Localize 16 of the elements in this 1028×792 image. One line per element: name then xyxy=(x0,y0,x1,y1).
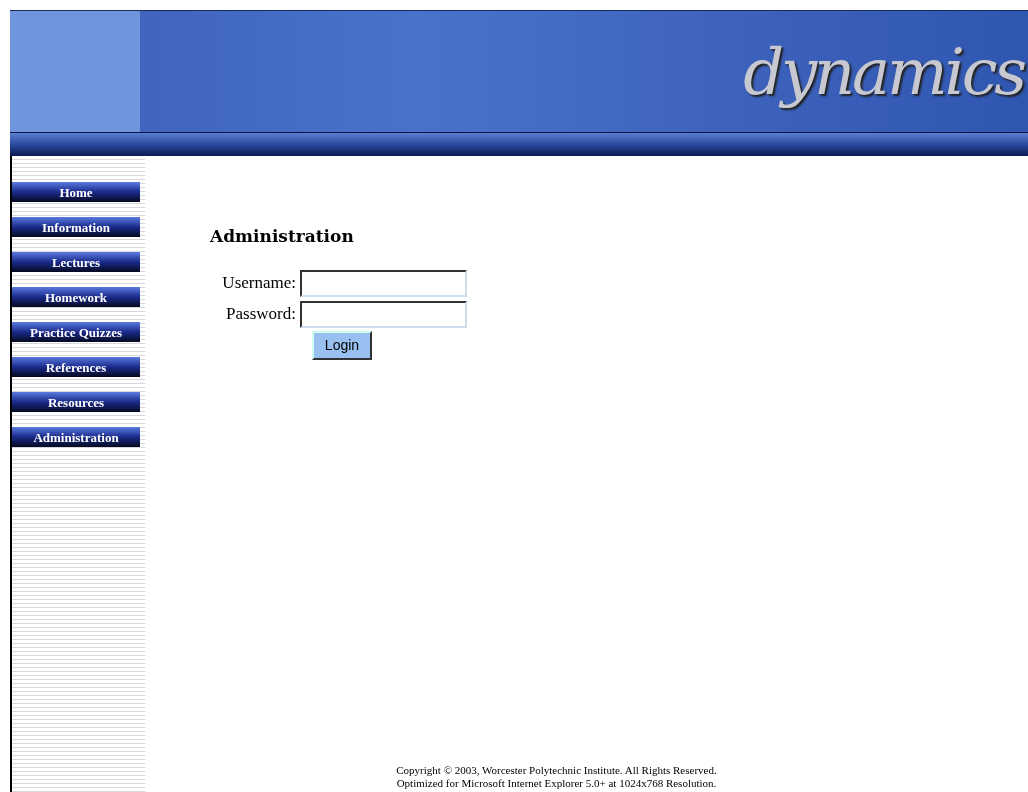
footer-text: Copyright © 2003, Worcester Polytechnic Institute. All Rights Reserved. xyxy=(396,764,717,777)
nav-button[interactable]: Resources xyxy=(12,392,140,412)
field-label: Username: xyxy=(221,272,296,295)
nav-button[interactable]: References xyxy=(12,357,140,377)
field-label: Password: xyxy=(225,303,296,326)
input-field[interactable] xyxy=(300,269,467,297)
nav-button[interactable]: Administration xyxy=(12,427,140,447)
page-title: Administration xyxy=(210,225,355,248)
nav-button[interactable]: Information xyxy=(12,217,140,237)
nav-button[interactable]: Home xyxy=(12,182,140,202)
input-field[interactable] xyxy=(300,300,467,328)
login-button[interactable]: Login xyxy=(312,330,372,360)
nav-button[interactable]: Homework xyxy=(12,287,140,307)
nav-button[interactable]: Lectures xyxy=(12,252,140,272)
nav-button[interactable]: Practice Quizzes xyxy=(12,322,140,342)
footer-text: Optimized for Microsoft Internet Explorer 5.0+ at 1024x768 Resolution. xyxy=(396,777,717,790)
